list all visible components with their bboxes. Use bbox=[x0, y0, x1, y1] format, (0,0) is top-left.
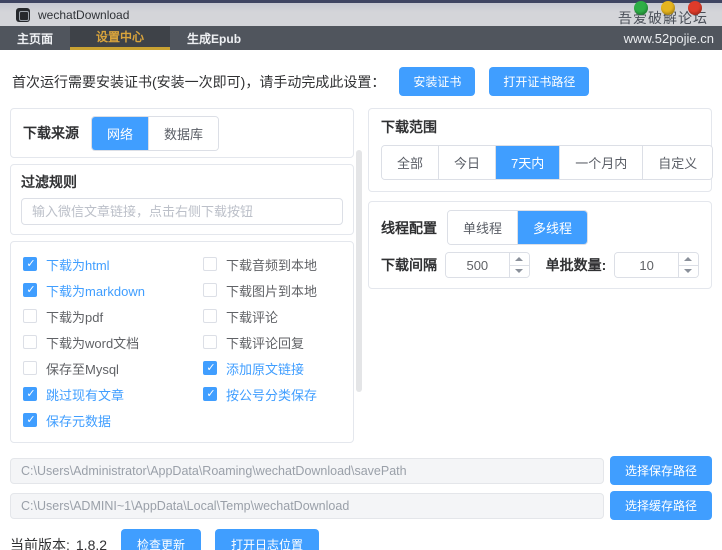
title-bar: wechatDownload 吾爱破解论坛 bbox=[0, 1, 722, 26]
checkbox-save-by-account[interactable]: 按公号分类保存 bbox=[203, 381, 317, 407]
checkbox-icon bbox=[23, 309, 37, 323]
left-settings-column: 下载来源 网络 数据库 过滤规则 下载为html bbox=[10, 108, 354, 443]
batch-decrease-button[interactable] bbox=[678, 265, 698, 277]
checkbox-download-html[interactable]: 下载为html bbox=[23, 251, 203, 277]
range-option-all[interactable]: 全部 bbox=[382, 146, 439, 179]
tab-main-page[interactable]: 主页面 bbox=[0, 26, 70, 50]
chevron-up-icon bbox=[515, 256, 524, 261]
install-certificate-button[interactable]: 安装证书 bbox=[399, 67, 476, 96]
certificate-notice: 首次运行需要安装证书(安装一次即可)，请手动完成此设置： bbox=[12, 73, 386, 90]
checkbox-skip-existing-articles[interactable]: 跳过现有文章 bbox=[23, 381, 203, 407]
watermark-red-dot-icon bbox=[688, 1, 702, 15]
save-path-input[interactable] bbox=[10, 457, 604, 484]
download-interval-stepper bbox=[445, 252, 530, 278]
thread-option-single[interactable]: 单线程 bbox=[448, 211, 518, 244]
window-title: wechatDownload bbox=[38, 7, 130, 22]
checkbox-save-to-mysql[interactable]: 保存至Mysql bbox=[23, 355, 203, 381]
app-icon bbox=[16, 7, 30, 22]
download-interval-input[interactable] bbox=[446, 253, 509, 277]
watermark-dots bbox=[634, 1, 702, 15]
checkbox-download-images[interactable]: 下载图片到本地 bbox=[203, 277, 317, 303]
checkbox-icon bbox=[203, 335, 217, 349]
interval-decrease-button[interactable] bbox=[509, 265, 529, 277]
thread-config-panel: 线程配置 单线程 多线程 下载间隔 500 单批数量: 10 bbox=[368, 201, 712, 289]
options-column-left: 下载为html 下载为markdown 下载为pdf 下载为word文 bbox=[23, 251, 203, 433]
right-settings-column: 下载范围 全部 今日 7天内 一个月内 自定义 线程配置 单线程 多线程 下载间… bbox=[368, 108, 714, 443]
checkbox-icon bbox=[203, 387, 218, 402]
checkbox-icon bbox=[23, 257, 38, 272]
filter-rules-panel: 过滤规则 bbox=[10, 164, 354, 235]
cache-path-input[interactable] bbox=[10, 492, 604, 519]
download-interval-label: 下载间隔 bbox=[381, 257, 437, 273]
range-option-today[interactable]: 今日 bbox=[438, 146, 496, 179]
checkbox-download-word[interactable]: 下载为word文档 bbox=[23, 329, 203, 355]
current-version-label: 当前版本: bbox=[10, 536, 70, 550]
watermark-yellow-dot-icon bbox=[661, 1, 675, 15]
checkbox-icon bbox=[23, 361, 37, 375]
thread-option-multi[interactable]: 多线程 bbox=[517, 211, 588, 244]
watermark-green-dot-icon bbox=[634, 1, 648, 15]
checkbox-icon bbox=[23, 335, 37, 349]
checkbox-download-comments[interactable]: 下载评论 bbox=[203, 303, 317, 329]
check-update-button[interactable]: 检查更新 bbox=[121, 529, 202, 550]
choose-cache-path-button[interactable]: 选择缓存路径 bbox=[610, 491, 712, 520]
checkbox-save-metadata[interactable]: 保存元数据 bbox=[23, 407, 203, 433]
range-option-custom[interactable]: 自定义 bbox=[642, 146, 713, 179]
batch-increase-button[interactable] bbox=[678, 253, 698, 266]
checkbox-download-comment-replies[interactable]: 下载评论回复 bbox=[203, 329, 317, 355]
open-log-location-button[interactable]: 打开日志位置 bbox=[215, 529, 320, 550]
chevron-down-icon bbox=[515, 269, 524, 274]
save-path-row: 选择保存路径 bbox=[10, 456, 712, 485]
checkbox-icon bbox=[23, 283, 38, 298]
chevron-down-icon bbox=[684, 269, 693, 274]
tab-bar: 主页面 设置中心 生成Epub www.52pojie.cn bbox=[0, 26, 722, 50]
source-option-database[interactable]: 数据库 bbox=[148, 116, 219, 150]
batch-size-label: 单批数量: bbox=[545, 257, 607, 273]
download-source-label: 下载来源 bbox=[23, 125, 79, 141]
download-options-panel: 下载为html 下载为markdown 下载为pdf 下载为word文 bbox=[10, 241, 354, 443]
download-range-label: 下载范围 bbox=[381, 119, 437, 135]
checkbox-download-pdf[interactable]: 下载为pdf bbox=[23, 303, 203, 329]
download-range-segmented: 全部 今日 7天内 一个月内 自定义 bbox=[381, 145, 714, 180]
certificate-row: 首次运行需要安装证书(安装一次即可)，请手动完成此设置： 安装证书 打开证书路径 bbox=[12, 67, 712, 96]
download-range-panel: 下载范围 全部 今日 7天内 一个月内 自定义 bbox=[368, 108, 714, 192]
checkbox-icon bbox=[23, 413, 38, 428]
checkbox-add-source-link[interactable]: 添加原文链接 bbox=[203, 355, 317, 381]
current-version-value: 1.8.2 bbox=[75, 536, 108, 550]
checkbox-icon bbox=[203, 309, 217, 323]
app-window: wechatDownload 吾爱破解论坛 主页面 设置中心 生成Epub ww… bbox=[0, 0, 722, 550]
checkbox-icon bbox=[23, 387, 38, 402]
filter-rules-label: 过滤规则 bbox=[21, 174, 77, 190]
download-source-panel: 下载来源 网络 数据库 bbox=[10, 108, 354, 158]
chevron-up-icon bbox=[684, 256, 693, 261]
tab-settings-center[interactable]: 设置中心 bbox=[70, 26, 171, 50]
tab-generate-epub[interactable]: 生成Epub bbox=[170, 26, 258, 50]
batch-size-input[interactable] bbox=[615, 253, 678, 277]
checkbox-icon bbox=[203, 361, 218, 376]
open-certificate-path-button[interactable]: 打开证书路径 bbox=[489, 67, 590, 96]
checkbox-download-audio[interactable]: 下载音频到本地 bbox=[203, 251, 317, 277]
interval-increase-button[interactable] bbox=[509, 253, 529, 266]
choose-save-path-button[interactable]: 选择保存路径 bbox=[610, 456, 712, 485]
options-column-right: 下载音频到本地 下载图片到本地 下载评论 下载评论回复 ✓ 添加原文链接 ✓ 按… bbox=[203, 251, 317, 433]
download-source-segmented: 网络 数据库 bbox=[91, 115, 220, 151]
checkbox-download-markdown[interactable]: 下载为markdown bbox=[23, 277, 203, 303]
checkbox-icon bbox=[203, 257, 217, 271]
cache-path-row: 选择缓存路径 bbox=[10, 491, 712, 520]
source-option-network[interactable]: 网络 bbox=[92, 116, 149, 150]
version-row: 当前版本: 1.8.2 检查更新 打开日志位置 bbox=[10, 529, 712, 550]
range-option-7-days[interactable]: 7天内 bbox=[495, 146, 560, 179]
path-settings: 选择保存路径 选择缓存路径 bbox=[10, 456, 712, 520]
thread-config-segmented: 单线程 多线程 bbox=[447, 210, 589, 245]
watermark-site-url: www.52pojie.cn bbox=[623, 30, 714, 46]
vertical-scrollbar[interactable] bbox=[356, 150, 362, 392]
article-link-input[interactable] bbox=[21, 198, 343, 225]
batch-size-stepper bbox=[614, 252, 699, 278]
thread-config-label: 线程配置 bbox=[381, 219, 437, 236]
range-option-one-month[interactable]: 一个月内 bbox=[559, 146, 643, 179]
checkbox-icon bbox=[203, 283, 217, 297]
